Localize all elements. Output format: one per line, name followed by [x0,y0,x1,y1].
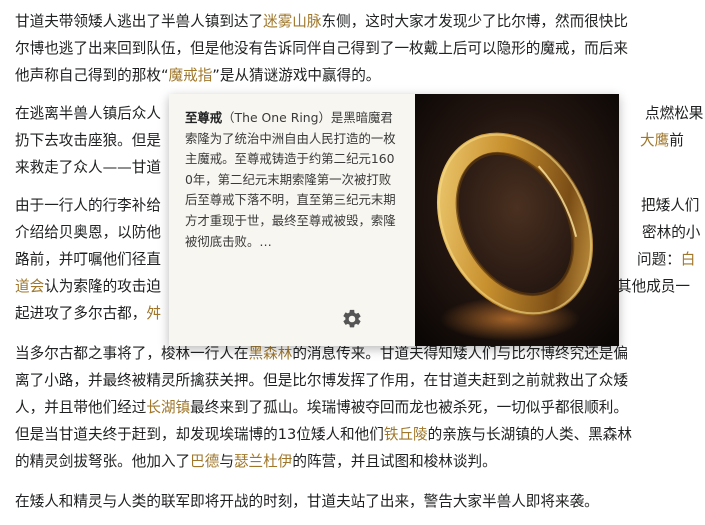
link-mirkwood[interactable]: 黑森林 [249,345,293,362]
text: 把矮人们 [641,197,700,214]
text: 的精灵剑拔弩张。他加入了 [15,453,191,470]
link-preview-popup[interactable]: 至尊戒（The One Ring）是黑暗魔君索隆为了统治中洲自由人民打造的一枚主… [169,94,619,346]
gear-icon[interactable] [341,308,363,330]
text: 在逃离半兽人镇后众人 [15,105,161,122]
text: 介绍给贝奥恩，以防他 [15,224,161,241]
text: 与 [219,453,234,470]
text: 点燃松果 [645,105,704,122]
link-white-council[interactable]: 白 [681,251,696,268]
text: 由于一行人的行李补给 [15,197,161,214]
text: 认为索隆的攻击迫 [44,278,161,295]
paragraph-4: 当多尔古都之事将了，梭林一行人在黑森林的消息传来。甘道夫得知矮人们与比尔博终究还… [15,340,695,475]
text: ”是从猜谜游戏中赢得的。 [212,67,381,84]
link-iron-hills[interactable]: 铁丘陵 [384,426,428,443]
text: 尔博也逃了出来回到队伍，但是他没有告诉同伴自己得到了一枚戴上后可以隐形的魔戒，而… [15,40,628,57]
link-ring[interactable]: 魔戒指 [169,67,213,84]
ring-image[interactable] [415,94,619,346]
popup-extract: 至尊戒（The One Ring）是黑暗魔君索隆为了统治中洲自由人民打造的一枚主… [185,108,401,252]
link-eagles[interactable]: 大鹰 [640,132,669,149]
link-partial[interactable]: 舛 [146,305,161,322]
text: 问题： [637,251,681,268]
link-misty-mountains[interactable]: 迷雾山脉 [263,13,321,30]
text: 的阵营，并且试图和梭林谈判。 [292,453,497,470]
text: 当多尔古都之事将了，梭林一行人在 [15,345,249,362]
text: 路前，并叮嘱他们径直 [15,251,161,268]
paragraph-1: 甘道夫带领矮人逃出了半兽人镇到达了迷雾山脉东侧，这时大家才发现少了比尔博，然而很… [15,8,695,89]
paragraph-5: 在矮人和精灵与人类的联军即将开战的时刻，甘道夫站了出来，警告大家半兽人即将来袭。 [15,488,695,515]
text: 他声称自己得到的那枚“ [15,67,169,84]
text: 离了小路，并最终被精灵所擒获关押。但是比尔博发挥了作用，在甘道夫赶到之前就救出了… [15,372,628,389]
text: 的消息传来。甘道夫得知矮人们与比尔博终究还是偏 [292,345,628,362]
text: 的亲族与长湖镇的人类、黑森林 [427,426,632,443]
text: 最终来到了孤山。埃瑞博被夺回而龙也被杀死，一切似乎都很顺利。 [190,399,628,416]
link-thranduil[interactable]: 瑟兰杜伊 [234,453,292,470]
text: 起进攻了多尔古都， [15,305,147,322]
text: 密林的小 [642,224,701,241]
popup-title: 至尊戒 [185,110,223,125]
text: 东侧，这时大家才发现少了比尔博，然而很快比 [321,13,628,30]
popup-body: （The One Ring）是黑暗魔君索隆为了统治中洲自由人民打造的一枚主魔戒。… [185,110,396,249]
text: 在矮人和精灵与人类的联军即将开战的时刻，甘道夫站了出来，警告大家半兽人即将来袭。 [15,493,599,510]
text: 人，并且带他们经过 [15,399,147,416]
link-lake-town[interactable]: 长湖镇 [146,399,190,416]
text: 甘道夫带领矮人逃出了半兽人镇到达了 [15,13,264,30]
text: 其他成员一 [617,278,690,295]
text: 扔下去攻击座狼。但是 [15,132,161,149]
link-bard[interactable]: 巴德 [190,453,219,470]
link-white-council-cont[interactable]: 道会 [15,278,44,295]
text: 但是当甘道夫终于赶到，却发现埃瑞博的13位矮人和他们 [15,426,384,443]
text: 前 [669,132,684,149]
article-body: 甘道夫带领矮人逃出了半兽人镇到达了迷雾山脉东侧，这时大家才发现少了比尔博，然而很… [0,0,705,525]
